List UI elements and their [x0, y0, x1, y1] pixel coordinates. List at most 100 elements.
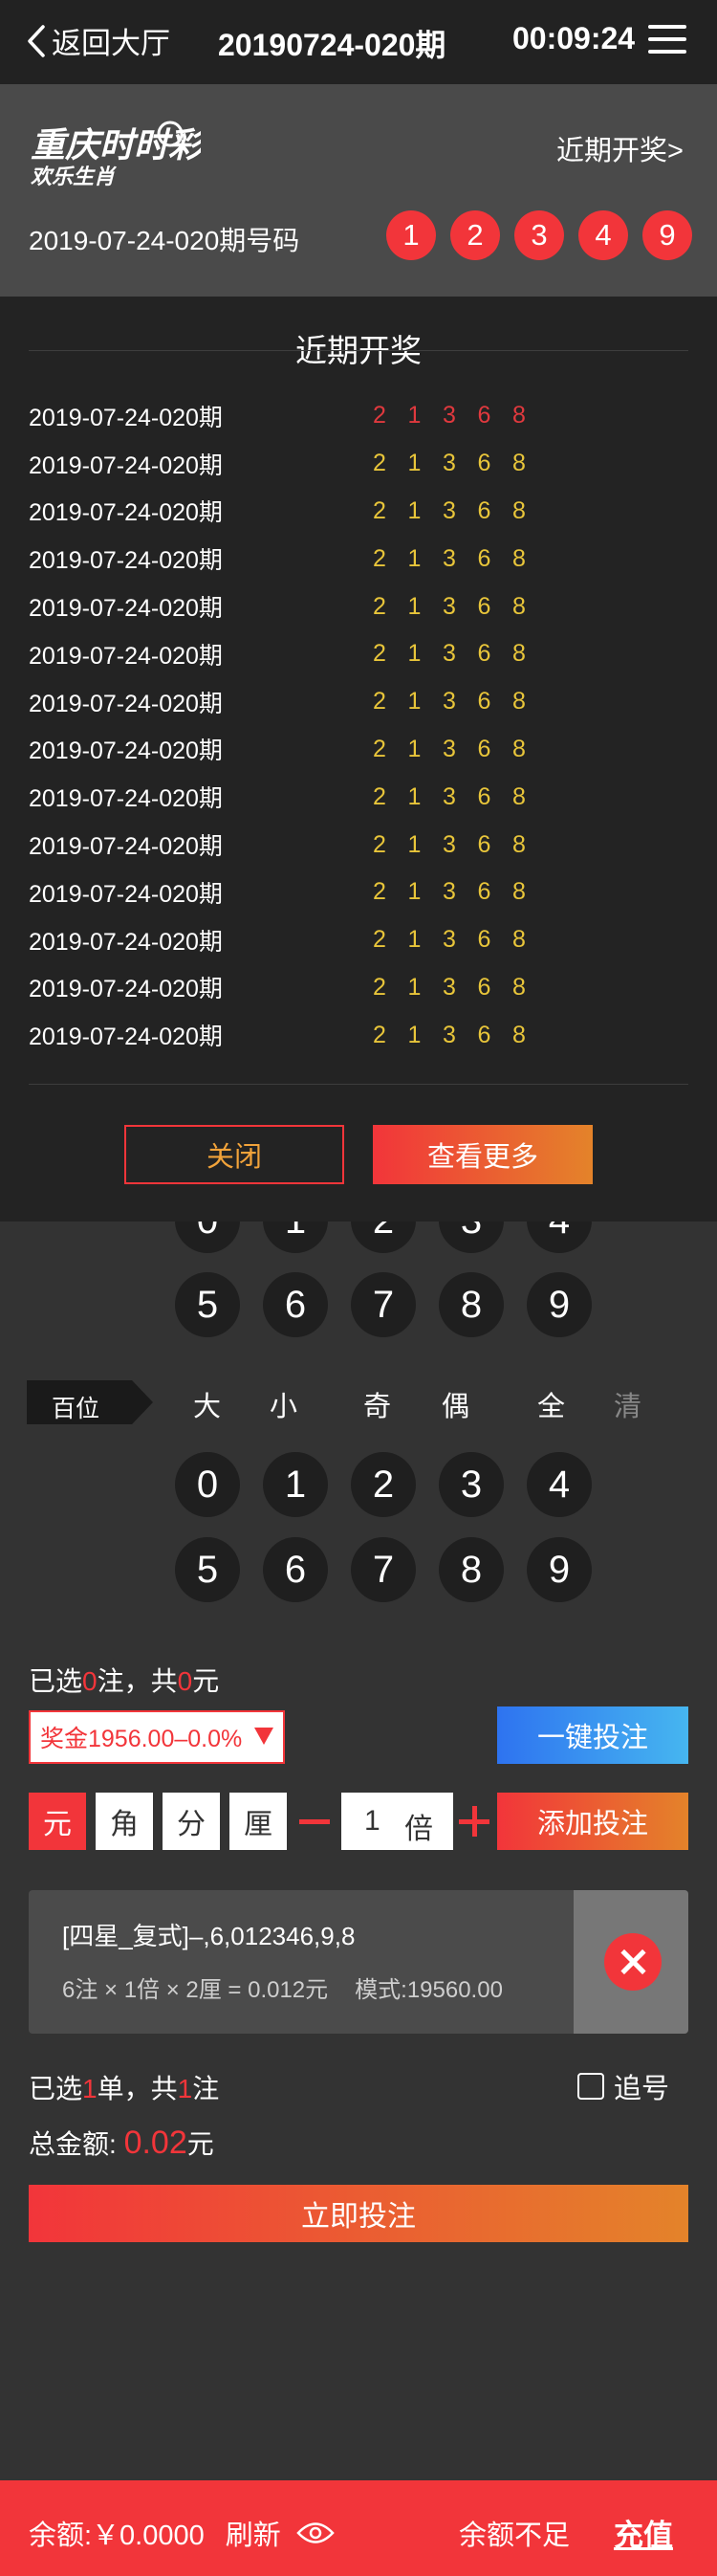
number-ball-2[interactable]: 2	[351, 1452, 416, 1517]
draw-row: 2019-07-24-020期 2 1 3 6 8	[29, 678, 564, 726]
draw-period: 2019-07-24-020期	[29, 928, 223, 956]
draw-number: 6	[477, 402, 491, 429]
multiplier-input[interactable]: 1倍	[341, 1793, 453, 1850]
filter-small[interactable]: 小	[270, 1384, 297, 1424]
divider	[29, 350, 688, 351]
draw-numbers: 21368	[373, 783, 548, 811]
draw-number: 2	[373, 1021, 386, 1048]
draw-number: 2	[373, 830, 386, 858]
back-button[interactable]: 返回大厅	[27, 19, 170, 62]
bet-description: [四星_复式]–,6,012346,9,8	[62, 1922, 356, 1950]
draw-number: 2	[373, 450, 386, 477]
number-ball-7[interactable]: 7	[351, 1537, 416, 1602]
draw-number: 6	[477, 926, 491, 954]
draw-number: 1	[407, 782, 422, 810]
top-up-link[interactable]: 充值	[614, 2511, 673, 2554]
draw-number: 1	[407, 973, 422, 1001]
number-ball-9[interactable]: 9	[527, 1537, 592, 1602]
delete-bet-button[interactable]	[574, 1890, 688, 2034]
eye-icon[interactable]	[296, 2521, 335, 2545]
draw-numbers: 21368	[373, 736, 548, 763]
draw-row: 2019-07-24-020期 2 1 3 6 8	[29, 869, 564, 916]
draw-number: 8	[512, 544, 526, 572]
popup-title: 近期开奖	[295, 333, 422, 368]
recent-draws-link[interactable]: 近期开奖>	[556, 128, 684, 168]
draw-number: 1	[407, 640, 422, 668]
draw-number: 8	[512, 402, 526, 429]
draw-number: 1	[407, 688, 422, 716]
unit-jiao[interactable]: 角	[96, 1793, 153, 1850]
number-ball-0[interactable]: 0	[175, 1452, 240, 1517]
bet-calculation: 6注 × 1倍 × 2厘 = 0.012元 模式:19560.00	[62, 1977, 503, 2003]
number-ball-6[interactable]: 6	[263, 1272, 328, 1337]
filter-clear[interactable]: 清	[614, 1384, 641, 1424]
filter-odd[interactable]: 奇	[363, 1384, 391, 1424]
draw-number: 6	[477, 640, 491, 668]
bet-mode: 模式:19560.00	[355, 1977, 503, 2003]
draw-number: 6	[477, 496, 491, 524]
draw-period: 2019-07-24-020期	[29, 1024, 223, 1051]
chevron-left-icon	[28, 24, 45, 57]
draw-number: 1	[407, 402, 422, 429]
lottery-logo: 重庆时时彩 欢乐生肖	[31, 121, 201, 188]
draw-number: 3	[443, 973, 456, 1001]
draw-number: 3	[443, 830, 456, 858]
draw-number: 1	[407, 496, 422, 524]
number-ball-9[interactable]: 9	[527, 1272, 592, 1337]
menu-icon[interactable]	[648, 25, 686, 57]
draw-number: 1	[407, 592, 422, 620]
number-ball-4[interactable]: 4	[527, 1452, 592, 1517]
number-ball-5[interactable]: 5	[175, 1537, 240, 1602]
draw-number: 1	[407, 450, 422, 477]
draw-numbers: 21368	[373, 450, 548, 477]
one-click-bet-button[interactable]: 一键投注	[497, 1706, 688, 1764]
unit-li[interactable]: 厘	[229, 1793, 287, 1850]
draw-numbers: 21368	[373, 878, 548, 906]
view-more-button[interactable]: 查看更多	[373, 1125, 593, 1184]
minus-icon[interactable]	[299, 1819, 330, 1824]
draw-row: 2019-07-24-020期 2 1 3 6 8	[29, 1011, 564, 1059]
add-bet-button[interactable]: 添加投注	[497, 1793, 688, 1850]
bottom-bar: 余额:￥0.0000 刷新 余额不足 充值	[0, 2480, 717, 2576]
draw-number: 2	[373, 496, 386, 524]
chase-number-checkbox[interactable]: 追号	[577, 2066, 669, 2106]
draw-numbers: 21368	[373, 545, 548, 573]
filter-even[interactable]: 偶	[442, 1384, 469, 1424]
draw-number: 2	[373, 973, 386, 1001]
draw-number: 6	[477, 450, 491, 477]
refresh-button[interactable]: 刷新	[226, 2513, 281, 2553]
unit-fen[interactable]: 分	[163, 1793, 220, 1850]
number-ball-8[interactable]: 8	[439, 1537, 504, 1602]
balance: 余额:￥0.0000 刷新	[29, 2513, 335, 2553]
order-summary: 已选1单，共1注	[29, 2074, 220, 2103]
draw-numbers: 21368	[373, 640, 548, 668]
draw-row: 2019-07-24-020期 2 1 3 6 8	[29, 440, 564, 488]
position-tag-hundreds: 百位	[27, 1380, 153, 1424]
filter-all[interactable]: 全	[537, 1384, 565, 1424]
number-ball-8[interactable]: 8	[439, 1272, 504, 1337]
draw-period: 2019-07-24-020期	[29, 738, 223, 765]
unit-yuan[interactable]: 元	[29, 1793, 86, 1850]
number-ball-7[interactable]: 7	[351, 1272, 416, 1337]
draw-row: 2019-07-24-020期 2 1 3 6 8	[29, 916, 564, 964]
draw-row: 2019-07-24-020期 2 1 3 6 8	[29, 821, 564, 869]
draw-number: 3	[443, 782, 456, 810]
number-ball-6[interactable]: 6	[263, 1537, 328, 1602]
draw-number: 2	[373, 592, 386, 620]
draw-numbers: 21368	[373, 831, 548, 859]
draw-number: 3	[443, 496, 456, 524]
draw-period: 2019-07-24-020期	[29, 976, 223, 1003]
place-bet-button[interactable]: 立即投注	[29, 2185, 688, 2242]
draw-number: 8	[512, 926, 526, 954]
draw-numbers: 21368	[373, 926, 548, 954]
back-label: 返回大厅	[52, 27, 170, 60]
countdown-timer: 00:09:24	[512, 21, 636, 55]
close-button[interactable]: 关闭	[124, 1125, 344, 1184]
dropdown-arrow-icon	[254, 1728, 273, 1745]
number-ball-5[interactable]: 5	[175, 1272, 240, 1337]
number-ball-1[interactable]: 1	[263, 1452, 328, 1517]
number-ball-3[interactable]: 3	[439, 1452, 504, 1517]
plus-icon[interactable]	[459, 1806, 489, 1837]
bonus-select[interactable]: 奖金1956.00–0.0%	[29, 1710, 285, 1764]
filter-big[interactable]: 大	[193, 1384, 221, 1424]
